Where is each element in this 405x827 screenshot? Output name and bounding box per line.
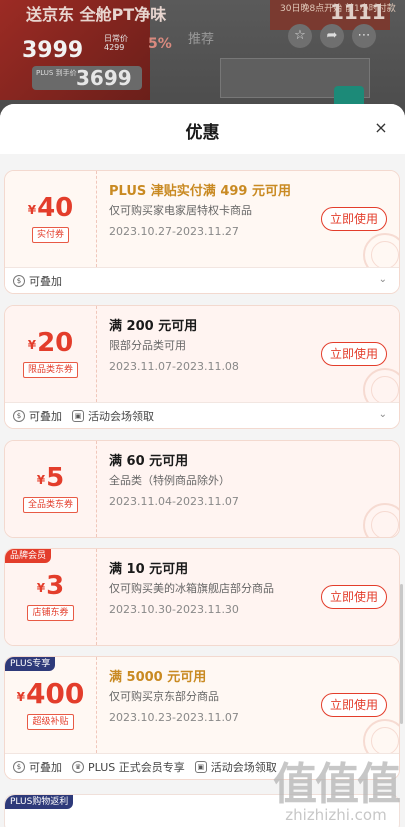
- coupon-title: PLUS 津贴实付满 499 元可用: [109, 184, 291, 199]
- watermark-logo: 值值值: [273, 759, 401, 810]
- scrollbar[interactable]: [400, 584, 403, 724]
- venue-claim-label: 活动会场领取: [88, 409, 154, 423]
- coupon-footer[interactable]: $ 可叠加 ⌄: [5, 267, 399, 293]
- coupon-details: PLUS 津贴实付满 499 元可用 仅可购买家电家居特权卡商品 2023.10…: [97, 171, 399, 277]
- stackable-icon: $: [13, 409, 25, 422]
- coupon-title: 满 5000 元可用: [109, 670, 207, 685]
- use-now-button[interactable]: 立即使用: [321, 342, 387, 366]
- venue-claim-tag: ▣ 活动会场领取: [194, 759, 277, 775]
- stackable-tag: $ 可叠加: [13, 273, 62, 289]
- amount-value: 20: [37, 328, 74, 358]
- plus-member-tag: ♛ PLUS 正式会员专享: [72, 759, 185, 775]
- event-number: 1111: [330, 0, 386, 24]
- close-icon[interactable]: ×: [371, 118, 391, 137]
- coupon-amount: ¥5: [37, 465, 64, 491]
- sheet-header: 优惠 ×: [0, 104, 405, 154]
- coupon-value-area: ¥400 超级补贴: [5, 657, 97, 753]
- daily-price: 日常价 4299: [104, 34, 128, 52]
- coupon-title: 满 10 元可用: [109, 562, 189, 577]
- coupon-desc: 全品类（特例商品除外）: [109, 474, 230, 487]
- plus-price-tag: PLUS 到手价: [36, 69, 77, 77]
- yen-symbol: ¥: [16, 690, 25, 704]
- plus-price-value: 3699: [76, 66, 132, 90]
- coupon-title: 满 60 元可用: [109, 454, 189, 469]
- coupon-card: ¥5 全品类东券 满 60 元可用 全品类（特例商品除外） 2023.11.04…: [4, 440, 400, 538]
- coupon-amount: ¥40: [28, 195, 74, 221]
- stackable-tag: $ 可叠加: [13, 759, 62, 775]
- coupon-details: 满 10 元可用 仅可购买美的冰箱旗舰店部分商品 2023.10.30-2023…: [97, 549, 399, 645]
- coupon-main: ¥5 全品类东券 满 60 元可用 全品类（特例商品除外） 2023.11.04…: [5, 441, 399, 537]
- amount-value: 3: [46, 571, 65, 601]
- coupon-value-area: ¥5 全品类东券: [5, 441, 97, 537]
- coupon-type: 限品类东券: [22, 362, 78, 378]
- yen-symbol: ¥: [27, 203, 37, 217]
- coupon-main: 品牌会员 ¥3 店铺东券 满 10 元可用 仅可购买美的冰箱旗舰店部分商品 20…: [5, 549, 399, 645]
- stackable-tag: $ 可叠加: [13, 408, 62, 424]
- amount-value: 5: [46, 463, 65, 493]
- coupon-footer[interactable]: $ 可叠加 ▣ 活动会场领取 ⌄: [5, 402, 399, 428]
- yen-symbol: ¥: [36, 581, 46, 595]
- amount-value: 40: [37, 193, 74, 223]
- coupon-main: PLUS专享 ¥400 超级补贴 满 5000 元可用 仅可购买京东部分商品 2…: [5, 657, 399, 763]
- coupon-details: 满 200 元可用 限部分品类可用 2023.11.07-2023.11.08 …: [97, 306, 399, 412]
- coupon-card: ¥20 限品类东券 满 200 元可用 限部分品类可用 2023.11.07-2…: [4, 305, 400, 429]
- share-icon[interactable]: ➦: [320, 24, 344, 48]
- coupon-main: ¥20 限品类东券 满 200 元可用 限部分品类可用 2023.11.07-2…: [5, 306, 399, 412]
- use-now-button[interactable]: 立即使用: [321, 207, 387, 231]
- amount-value: 400: [25, 677, 85, 710]
- coupon-value-area: ¥20 限品类东券: [5, 306, 97, 402]
- venue-claim-label: 活动会场领取: [210, 760, 277, 774]
- chevron-down-icon[interactable]: ⌄: [379, 409, 387, 420]
- use-now-button[interactable]: 立即使用: [321, 693, 387, 717]
- venue-icon: ▣: [194, 760, 207, 773]
- sheet-title: 优惠: [185, 123, 220, 143]
- coupon-main: ¥40 实付券 PLUS 津贴实付满 499 元可用 仅可购买家电家居特权卡商品…: [5, 171, 399, 277]
- favorite-icon[interactable]: ☆: [288, 24, 312, 48]
- discount-sheet: 优惠 × ¥40 实付券 PLUS 津贴实付满 499 元可用 仅可购买家电家居…: [0, 104, 405, 827]
- yen-symbol: ¥: [36, 473, 46, 487]
- coupon-amount: ¥400: [17, 680, 85, 708]
- venue-icon: ▣: [72, 409, 84, 422]
- plus-member-label: PLUS 正式会员专享: [88, 760, 185, 774]
- venue-claim-tag: ▣ 活动会场领取: [72, 408, 154, 424]
- plus-rebate-badge: PLUS购物返利: [5, 795, 74, 809]
- coupon-title: 满 200 元可用: [109, 319, 198, 334]
- site-watermark: 值值值 zhizhizhi.com: [273, 759, 401, 824]
- promo-price: 3999: [22, 38, 84, 63]
- recommend-tab[interactable]: 推荐: [188, 28, 214, 47]
- daily-price-value: 4299: [104, 43, 125, 52]
- coupon-details: 满 5000 元可用 仅可购买京东部分商品 2023.10.23-2023.11…: [97, 657, 399, 763]
- coupon-type: 全品类东券: [22, 497, 78, 513]
- watermark-url: zhizhizhi.com: [285, 806, 387, 824]
- stackable-icon: $: [13, 274, 25, 287]
- stackable-label: 可叠加: [29, 760, 62, 774]
- yen-symbol: ¥: [27, 338, 37, 352]
- use-now-button[interactable]: 立即使用: [321, 585, 387, 609]
- coupon-value-area: ¥3 店铺东券: [5, 549, 97, 645]
- chevron-down-icon[interactable]: ⌄: [379, 274, 387, 285]
- promo-slogan: 送京东 全舱PT净味: [26, 5, 167, 24]
- coupon-type: 店铺东券: [27, 605, 74, 621]
- coupon-date: 2023.11.04-2023.11.07: [109, 495, 239, 508]
- coupon-type: 实付券: [31, 227, 69, 243]
- crown-icon: ♛: [72, 760, 84, 773]
- stackable-icon: $: [13, 760, 25, 773]
- coupon-value-area: ¥40 实付券: [5, 171, 97, 267]
- discount-percent: 5%: [148, 36, 172, 52]
- coupon-card: ¥40 实付券 PLUS 津贴实付满 499 元可用 仅可购买家电家居特权卡商品…: [4, 170, 400, 294]
- coupon-details: 满 60 元可用 全品类（特例商品除外） 2023.11.04-2023.11.…: [97, 441, 399, 537]
- stackable-label: 可叠加: [29, 409, 62, 423]
- coupon-type: 超级补贴: [27, 714, 74, 730]
- stackable-label: 可叠加: [29, 274, 62, 288]
- daily-price-label: 日常价: [104, 34, 128, 43]
- more-icon[interactable]: ⋯: [352, 24, 376, 48]
- coupon-amount: ¥20: [28, 330, 74, 356]
- coupon-amount: ¥3: [37, 573, 64, 599]
- coupon-card: 品牌会员 ¥3 店铺东券 满 10 元可用 仅可购买美的冰箱旗舰店部分商品 20…: [4, 548, 400, 646]
